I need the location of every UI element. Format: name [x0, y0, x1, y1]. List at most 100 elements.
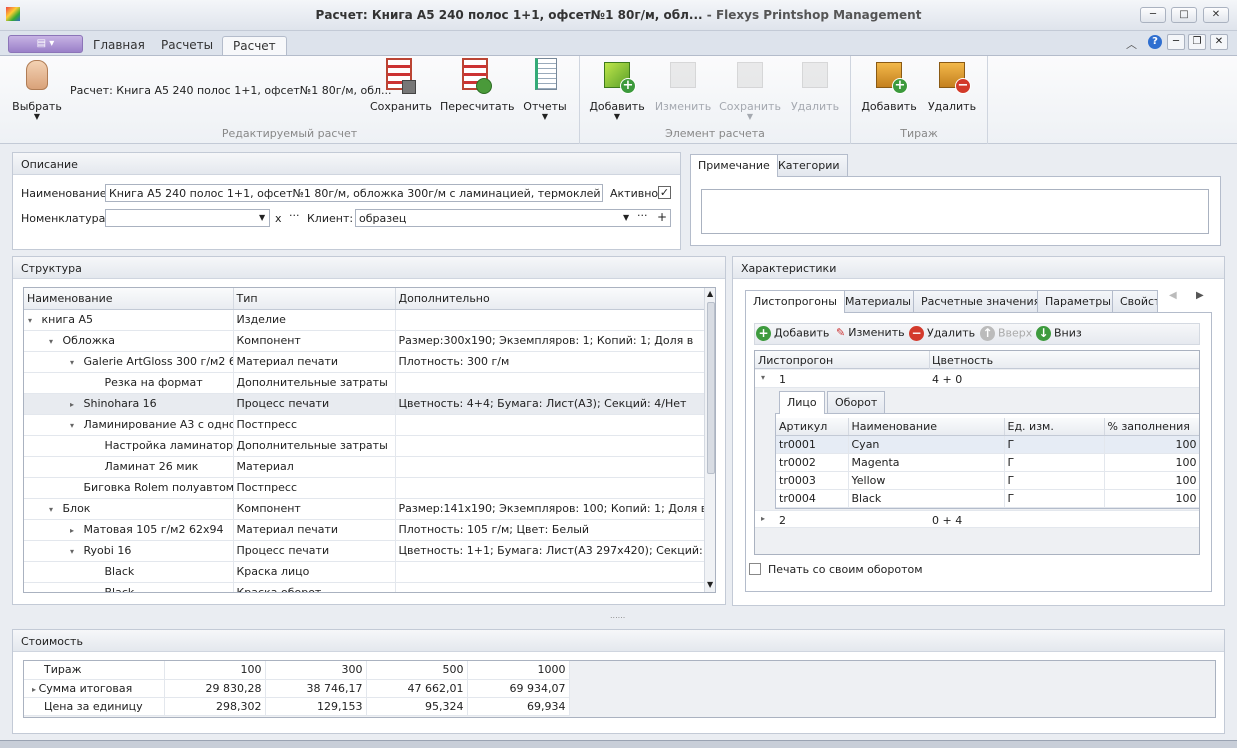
- ink-row[interactable]: tr0003 Yellow Г 100: [776, 471, 1199, 490]
- tree-row[interactable]: Биговка Rolem полуавтомат Постпресс: [24, 477, 706, 499]
- collapse-icon[interactable]: ▾: [49, 337, 59, 346]
- cost-row[interactable]: ▸ Сумма итоговая 29 830,28 38 746,17 47 662…: [24, 679, 570, 698]
- tree-row[interactable]: Ламинат 26 мик Материал: [24, 456, 706, 478]
- splitter-grip[interactable]: ......: [610, 611, 625, 620]
- app-menu-button[interactable]: ▤ ▾: [8, 35, 83, 53]
- tree-row[interactable]: Black Краска лицо: [24, 561, 706, 583]
- tab-parameters[interactable]: Параметры: [1037, 290, 1119, 312]
- save-calc-button[interactable]: Сохранить: [370, 56, 432, 113]
- mdi-restore-icon[interactable]: ❐: [1188, 34, 1206, 50]
- cost-row[interactable]: Тираж 100 300 500 1000: [24, 661, 570, 680]
- tree-row[interactable]: ▾ Обложка Компонент Размер:300x190; Экземп…: [24, 330, 706, 352]
- edit-pass-button[interactable]: ✎ Изменить: [836, 326, 905, 339]
- collapse-icon[interactable]: ▾: [70, 358, 80, 367]
- add-run-button[interactable]: + Добавить: [861, 56, 917, 113]
- column-header[interactable]: Ед. изм.: [1004, 418, 1105, 436]
- maximize-button[interactable]: □: [1171, 7, 1197, 23]
- column-header[interactable]: Цветность: [932, 354, 993, 367]
- mdi-close-icon[interactable]: ✕: [1210, 34, 1228, 50]
- column-header[interactable]: Наименование: [24, 288, 234, 310]
- tab-front[interactable]: Лицо: [779, 391, 825, 414]
- tab-materials[interactable]: Материалы: [837, 290, 919, 312]
- tab-sheet-passes[interactable]: Листопрогоны: [745, 290, 845, 313]
- own-back-checkbox[interactable]: [749, 563, 761, 575]
- cost-row[interactable]: Цена за единицу 298,302 129,153 95,324 69,93…: [24, 697, 570, 716]
- reports-button[interactable]: Отчеты ▼: [522, 56, 568, 121]
- tab-calculation[interactable]: Расчет: [222, 36, 287, 55]
- pass-row[interactable]: ▸ 2 0 + 4: [755, 510, 1199, 528]
- expand-icon[interactable]: ▸: [70, 526, 80, 535]
- nomenclature-clear-icon[interactable]: x: [275, 212, 282, 225]
- tree-row[interactable]: Настройка ламинатора Дополнительные затра…: [24, 435, 706, 457]
- expand-icon[interactable]: ▸: [70, 400, 80, 409]
- tree-node-extra: [395, 435, 706, 457]
- name-input[interactable]: Книга А5 240 полос 1+1, офсет№1 80г/м, о…: [105, 184, 603, 202]
- column-header[interactable]: Тип: [233, 288, 396, 310]
- collapse-icon[interactable]: ▾: [70, 421, 80, 430]
- scroll-up-arrow[interactable]: ▲: [707, 289, 713, 298]
- collapse-icon[interactable]: ▾: [49, 505, 59, 514]
- edit-element-button[interactable]: Изменить: [654, 56, 712, 113]
- column-header[interactable]: Артикул: [776, 418, 849, 436]
- add-element-button[interactable]: + Добавить ▼: [588, 56, 646, 121]
- help-icon[interactable]: ?: [1148, 35, 1162, 49]
- tree-row[interactable]: ▾ Ryobi 16 Процесс печати Цветность: 1+1; …: [24, 540, 706, 562]
- delete-pass-button[interactable]: − Удалить: [909, 326, 975, 341]
- minimize-button[interactable]: ─: [1140, 7, 1166, 23]
- tree-row[interactable]: ▸ Матовая 105 г/м2 62x94 Материал печати П…: [24, 519, 706, 541]
- collapse-icon[interactable]: ▾: [761, 373, 765, 382]
- nomenclature-select[interactable]: [105, 209, 270, 227]
- tab-back[interactable]: Оборот: [827, 391, 886, 413]
- tree-row[interactable]: Резка на формат Дополнительные затраты: [24, 372, 706, 394]
- nomenclature-more-icon[interactable]: ···: [289, 209, 300, 222]
- group-label: Элемент расчета: [665, 127, 765, 140]
- recalculate-button[interactable]: Пересчитать: [440, 56, 515, 113]
- collapse-icon[interactable]: ▾: [70, 547, 80, 556]
- tree-row[interactable]: ▾ книга А5 Изделие: [24, 309, 706, 331]
- close-button[interactable]: ✕: [1203, 7, 1229, 23]
- move-up-button[interactable]: ↑ Вверх: [980, 326, 1032, 341]
- column-header[interactable]: Листопрогон: [758, 354, 833, 367]
- nomenclature-dropdown-icon[interactable]: ▼: [259, 213, 265, 222]
- tree-row[interactable]: ▸ Shinohara 16 Процесс печати Цветность: 4…: [24, 393, 706, 415]
- tree-row[interactable]: Black Краска оборот: [24, 582, 706, 592]
- move-down-button[interactable]: ↓ Вниз: [1036, 326, 1082, 341]
- tab-categories[interactable]: Категории: [770, 154, 848, 176]
- ink-row[interactable]: tr0002 Magenta Г 100: [776, 453, 1199, 472]
- delete-run-button[interactable]: − Удалить: [925, 56, 979, 113]
- notes-textarea[interactable]: [701, 189, 1209, 234]
- add-pass-button[interactable]: + Добавить: [756, 326, 829, 341]
- ink-row[interactable]: tr0001 Cyan Г 100: [776, 435, 1199, 454]
- column-header[interactable]: % заполнения: [1104, 418, 1199, 436]
- tab-scroll-left-icon[interactable]: ◀: [1169, 290, 1177, 301]
- tree-row[interactable]: ▾ Ламинирование А3 с одной Постпресс: [24, 414, 706, 436]
- scroll-thumb[interactable]: [707, 302, 715, 474]
- cost-value-cell: 95,324: [366, 697, 468, 716]
- ink-row[interactable]: tr0004 Black Г 100: [776, 489, 1199, 508]
- dropdown-arrow-icon: ▼: [541, 112, 549, 121]
- client-add-icon[interactable]: +: [657, 210, 667, 224]
- client-dropdown-icon[interactable]: ▼: [623, 213, 629, 222]
- pass-row[interactable]: ▾ 1 4 + 0: [755, 370, 1199, 388]
- tab-properties[interactable]: Свойст: [1112, 290, 1158, 312]
- tree-row[interactable]: ▾ Блок Компонент Размер:141x190; Экземпляр…: [24, 498, 706, 520]
- tab-calculated-values[interactable]: Расчетные значения: [913, 290, 1049, 312]
- select-button[interactable]: Выбрать ▼: [12, 56, 62, 121]
- vertical-scrollbar[interactable]: ▲ ▼: [704, 288, 715, 592]
- mdi-minimize-icon[interactable]: ─: [1167, 34, 1185, 50]
- delete-element-button[interactable]: Удалить: [788, 56, 842, 113]
- active-checkbox[interactable]: ✓: [658, 186, 671, 199]
- save-element-button[interactable]: Сохранить ▼: [718, 56, 782, 121]
- collapse-ribbon-icon[interactable]: ︿: [1126, 36, 1137, 52]
- column-header[interactable]: Наименование: [848, 418, 1005, 436]
- column-header[interactable]: Дополнительно: [395, 288, 706, 310]
- scroll-down-arrow[interactable]: ▼: [707, 580, 713, 589]
- expand-icon[interactable]: ▸: [761, 514, 765, 523]
- collapse-icon[interactable]: ▾: [28, 316, 38, 325]
- tab-scroll-right-icon[interactable]: ▶: [1196, 290, 1204, 301]
- tab-notes[interactable]: Примечание: [690, 154, 778, 177]
- tab-home[interactable]: Главная: [83, 36, 155, 55]
- tab-calculations[interactable]: Расчеты: [151, 36, 223, 55]
- client-more-icon[interactable]: ···: [637, 209, 648, 222]
- tree-row[interactable]: ▾ Galerie ArtGloss 300 г/м2 62x Материал …: [24, 351, 706, 373]
